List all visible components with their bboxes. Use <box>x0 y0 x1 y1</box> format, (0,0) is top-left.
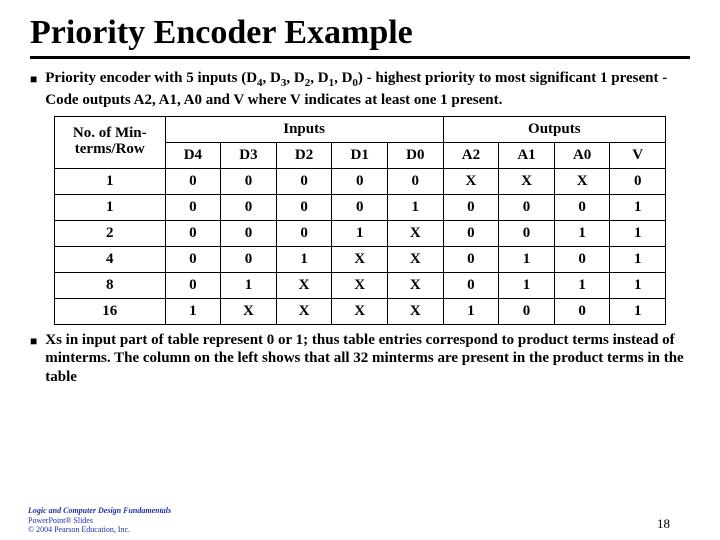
col-D2: D2 <box>276 142 332 168</box>
bullet-1: ■ Priority encoder with 5 inputs (D4, D3… <box>30 69 690 110</box>
col-D4: D4 <box>165 142 221 168</box>
b1-text: Priority encoder with 5 inputs (D <box>45 70 257 86</box>
slide-footer: Logic and Computer Design Fundamentals P… <box>28 506 171 534</box>
b1-m4: , D <box>334 70 352 86</box>
footer-line-3: © 2004 Pearson Education, Inc. <box>28 525 171 534</box>
priority-encoder-table: No. of Min- terms/Row Inputs Outputs D4 … <box>54 116 666 325</box>
table-row: 4001XX0101 <box>55 246 666 272</box>
hdr-inputs: Inputs <box>165 116 443 142</box>
slide-title: Priority Encoder Example <box>30 14 690 52</box>
col-D3: D3 <box>221 142 277 168</box>
page-number: 18 <box>657 516 670 532</box>
col-D0: D0 <box>388 142 444 168</box>
b1-m3: , D <box>310 70 328 86</box>
footer-line-1: Logic and Computer Design Fundamentals <box>28 506 171 515</box>
title-underline <box>30 56 690 59</box>
footer-line-2: PowerPoint® Slides <box>28 516 171 525</box>
b1-m1: , D <box>263 70 281 86</box>
col-A1: A1 <box>499 142 555 168</box>
bullet-2: ■ Xs in input part of table represent 0 … <box>30 331 690 387</box>
b2-text: Xs in input part of table represent 0 or… <box>45 332 683 386</box>
col-V: V <box>610 142 666 168</box>
table-row: 100000XXX0 <box>55 168 666 194</box>
table-header-row-1: No. of Min- terms/Row Inputs Outputs <box>55 116 666 142</box>
col-A2: A2 <box>443 142 499 168</box>
table-row: 20001X0011 <box>55 220 666 246</box>
hdr-outputs: Outputs <box>443 116 665 142</box>
table-row: 1000010001 <box>55 194 666 220</box>
b1-m2: , D <box>286 70 304 86</box>
table-row: 161XXXX1001 <box>55 298 666 324</box>
col-A0: A0 <box>554 142 610 168</box>
bullet-square-icon: ■ <box>30 72 37 87</box>
col-D1: D1 <box>332 142 388 168</box>
hdr-minterms: No. of Min- terms/Row <box>55 116 166 168</box>
table-row: 801XXX0111 <box>55 272 666 298</box>
bullet-square-icon: ■ <box>30 334 37 349</box>
